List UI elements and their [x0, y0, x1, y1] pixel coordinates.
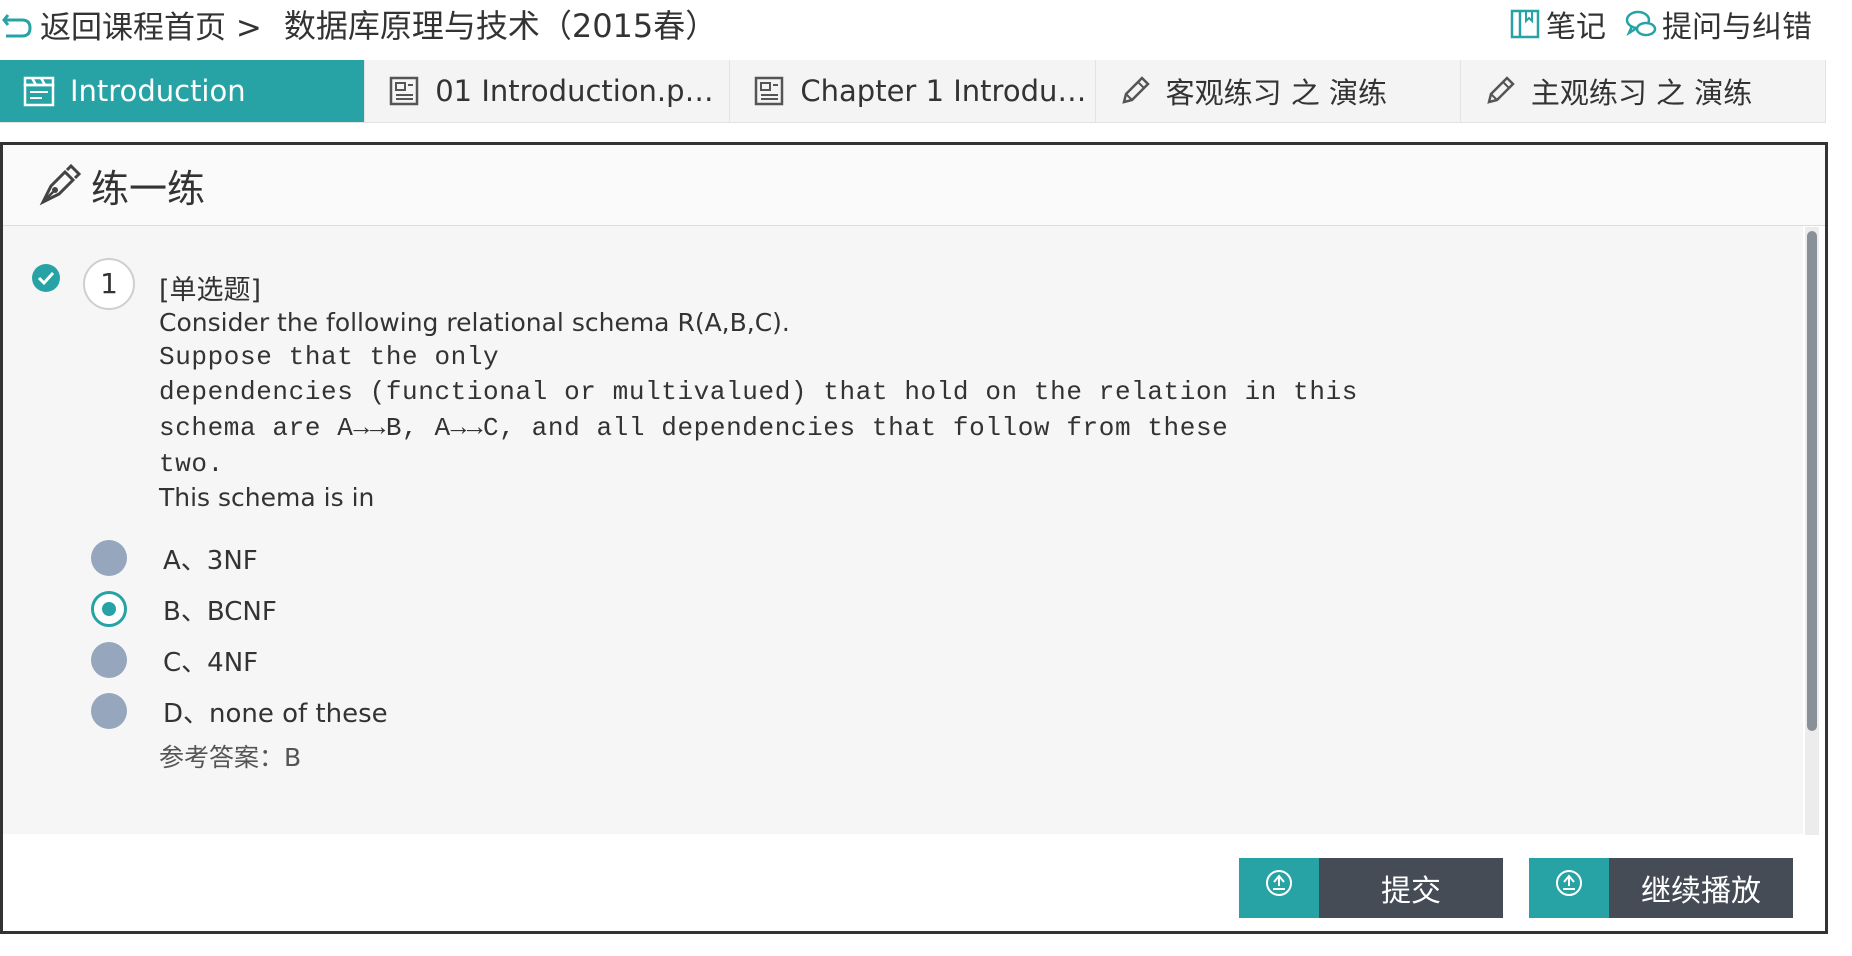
question-code-line: two.	[159, 449, 224, 479]
question-text-line: This schema is in	[159, 483, 375, 512]
option-label: D、none of these	[163, 698, 388, 729]
feedback-button[interactable]: 提问与纠错	[1624, 2, 1812, 46]
return-arrow-icon	[2, 14, 32, 38]
option-c[interactable]: C、4NF	[91, 640, 258, 680]
tab-label: 主观练习 之 演练	[1530, 76, 1753, 110]
tab-label: Chapter 1 Introductio...	[800, 74, 1094, 108]
tab-introduction-pptx[interactable]: 01 Introduction.pptx	[365, 60, 731, 122]
submit-button[interactable]: 提交	[1239, 858, 1503, 918]
scrollbar[interactable]	[1805, 227, 1819, 835]
tab-chapter-1[interactable]: Chapter 1 Introductio...	[730, 60, 1096, 122]
upload-icon	[1266, 870, 1292, 896]
option-label: B、BCNF	[163, 596, 277, 627]
radio-unselected[interactable]	[91, 540, 127, 576]
submit-label: 提交	[1319, 858, 1503, 918]
continue-playing-button[interactable]: 继续播放	[1529, 858, 1793, 918]
document-icon	[755, 76, 784, 106]
pen-nib-icon	[39, 163, 82, 206]
reference-answer: 参考答案：B	[159, 743, 302, 772]
option-label: C、4NF	[163, 647, 259, 678]
tab-introduction[interactable]: Introduction	[0, 60, 366, 122]
pencil-icon	[1121, 76, 1150, 104]
question-code-line: dependencies (functional or multivalued)…	[159, 377, 1358, 407]
tab-objective-practice[interactable]: 客观练习 之 演练	[1096, 60, 1461, 122]
option-d[interactable]: D、none of these	[91, 691, 388, 731]
submit-icon-wrap	[1239, 858, 1319, 918]
course-title: 数据库原理与技术（2015春）	[283, 7, 718, 45]
option-a[interactable]: A、3NF	[91, 538, 258, 578]
tab-label: Introduction	[70, 74, 246, 108]
tab-label: 客观练习 之 演练	[1165, 76, 1388, 110]
question-number: 1	[83, 258, 135, 310]
panel-title: 练一练	[91, 166, 206, 211]
top-bar: 返回课程首页 > 数据库原理与技术（2015春） 笔记 提问与纠错	[0, 0, 1852, 52]
top-right-actions: 笔记 提问与纠错	[1490, 2, 1812, 46]
radio-dot	[102, 602, 116, 616]
radio-selected[interactable]	[91, 591, 127, 627]
question-text-line: Consider the following relational schema…	[159, 308, 790, 337]
radio-unselected[interactable]	[91, 642, 127, 678]
pencil-icon	[1487, 76, 1515, 104]
back-to-course-link[interactable]: 返回课程首页 > 数据库原理与技术（2015春）	[0, 2, 718, 47]
panel-header: 练一练	[3, 145, 1825, 226]
continue-label: 继续播放	[1609, 858, 1793, 918]
notes-button[interactable]: 笔记	[1508, 2, 1606, 46]
document-icon	[389, 76, 419, 106]
upload-icon	[1556, 870, 1582, 896]
question-type: [单选题]	[159, 275, 262, 306]
notes-label: 笔记	[1546, 10, 1606, 45]
practice-panel: 练一练 1 [单选题] Consider the following relat…	[0, 142, 1828, 934]
question-content[interactable]: 1 [单选题] Consider the following relationa…	[3, 226, 1803, 834]
tab-subjective-practice[interactable]: 主观练习 之 演练	[1461, 60, 1827, 122]
option-label: A、3NF	[163, 545, 258, 576]
scrollbar-thumb[interactable]	[1807, 231, 1817, 731]
tab-bar: Introduction 01 Introduction.pptx Chapte…	[0, 60, 1827, 123]
continue-icon-wrap	[1529, 858, 1609, 918]
feedback-label: 提问与纠错	[1662, 10, 1812, 45]
question-code-line: schema are A→→B, A→→C, and all dependenc…	[159, 413, 1229, 443]
tab-label: 01 Introduction.pptx	[435, 74, 730, 108]
radio-unselected[interactable]	[91, 693, 127, 729]
back-link-label[interactable]: 返回课程首页 >	[40, 2, 262, 47]
question-code-line: Suppose that the only	[159, 342, 500, 372]
chat-bubbles-icon	[1625, 10, 1657, 37]
option-b[interactable]: B、BCNF	[91, 589, 277, 629]
notebook-icon	[1510, 9, 1540, 39]
clapperboard-icon	[23, 76, 55, 107]
answered-check-icon	[32, 264, 60, 292]
